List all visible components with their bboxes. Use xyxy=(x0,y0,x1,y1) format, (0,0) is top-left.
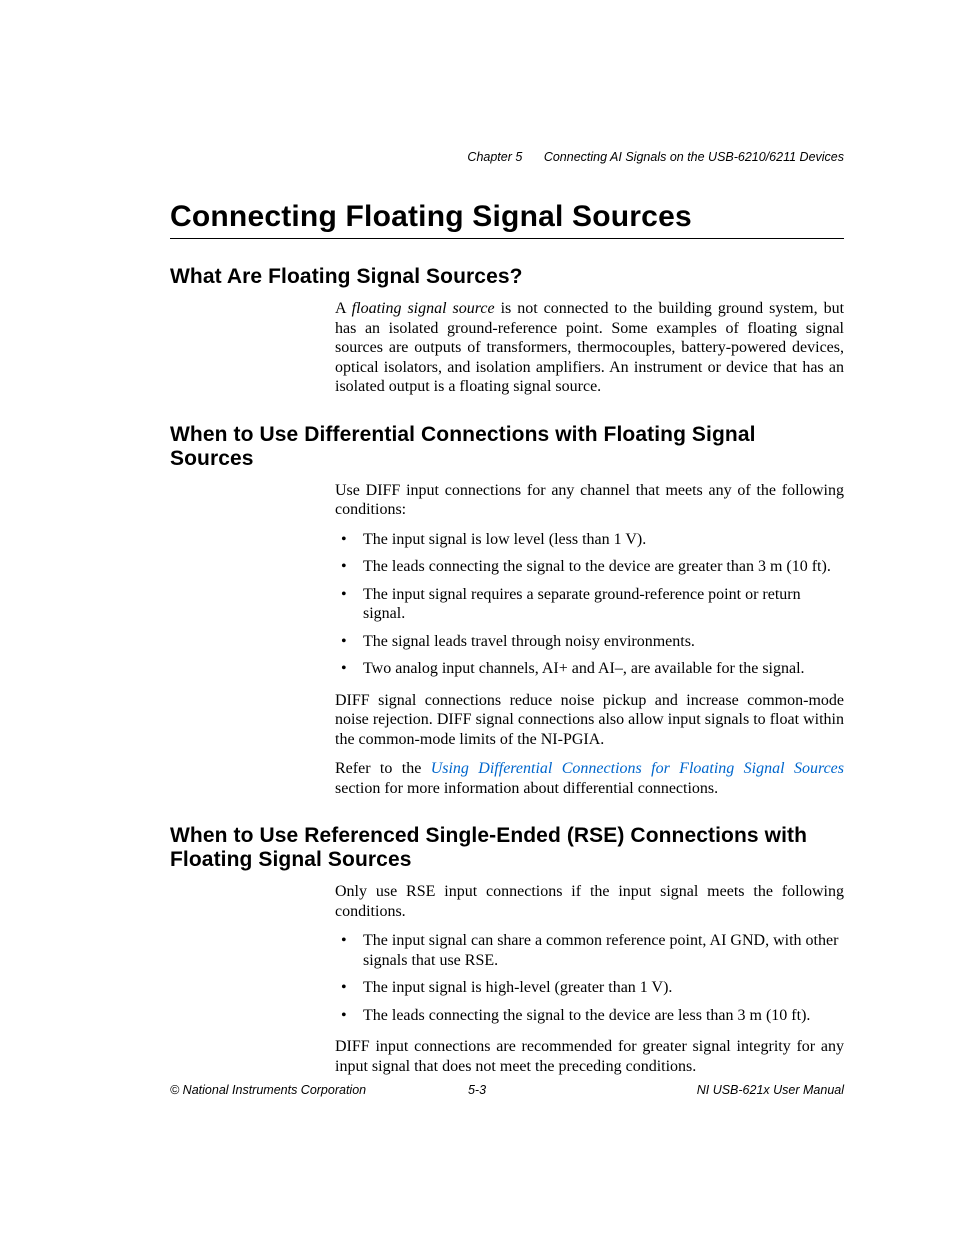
heading-when-diff: When to Use Differential Connections wit… xyxy=(170,423,844,471)
running-header: Chapter 5 Connecting AI Signals on the U… xyxy=(467,150,844,164)
list-item: The leads connecting the signal to the d… xyxy=(335,1006,844,1026)
text-pre: A xyxy=(335,300,352,317)
list-item: The leads connecting the signal to the d… xyxy=(335,557,844,577)
section1-paragraph: A floating signal source is not connecte… xyxy=(335,299,844,397)
section3-paragraph-recommendation: DIFF input connections are recommended f… xyxy=(335,1037,844,1076)
list-item: The input signal requires a separate gro… xyxy=(335,585,844,624)
footer-page-number: 5-3 xyxy=(468,1083,486,1097)
section2-bullet-list: The input signal is low level (less than… xyxy=(335,530,844,679)
section3-intro: Only use RSE input connections if the in… xyxy=(335,882,844,921)
header-chapter-label: Chapter 5 xyxy=(467,150,522,164)
text-pre: Refer to the xyxy=(335,760,431,777)
section1-body: A floating signal source is not connecte… xyxy=(335,299,844,397)
list-item: The input signal is low level (less than… xyxy=(335,530,844,550)
link-using-diff-connections[interactable]: Using Differential Connections for Float… xyxy=(431,760,844,777)
page-footer: © National Instruments Corporation 5-3 N… xyxy=(0,1083,954,1097)
footer-manual-title: NI USB-621x User Manual xyxy=(697,1083,844,1097)
heading-what-are-floating: What Are Floating Signal Sources? xyxy=(170,265,844,289)
section2-body: Use DIFF input connections for any chann… xyxy=(335,481,844,799)
list-item: Two analog input channels, AI+ and AI–, … xyxy=(335,659,844,679)
page-title: Connecting Floating Signal Sources xyxy=(170,200,844,239)
section2-crossref: Refer to the Using Differential Connecti… xyxy=(335,759,844,798)
section3-body: Only use RSE input connections if the in… xyxy=(335,882,844,1076)
list-item: The signal leads travel through noisy en… xyxy=(335,632,844,652)
section3-bullet-list: The input signal can share a common refe… xyxy=(335,931,844,1025)
page: Chapter 5 Connecting AI Signals on the U… xyxy=(0,0,954,1235)
list-item: The input signal is high-level (greater … xyxy=(335,978,844,998)
term-floating-signal-source: floating signal source xyxy=(352,300,495,317)
footer-copyright: © National Instruments Corporation xyxy=(170,1083,366,1097)
heading-when-rse: When to Use Referenced Single-Ended (RSE… xyxy=(170,824,844,872)
header-chapter-title: Connecting AI Signals on the USB-6210/62… xyxy=(544,150,844,164)
list-item: The input signal can share a common refe… xyxy=(335,931,844,970)
section2-intro: Use DIFF input connections for any chann… xyxy=(335,481,844,520)
section2-paragraph-diff-note: DIFF signal connections reduce noise pic… xyxy=(335,691,844,750)
text-post: section for more information about diffe… xyxy=(335,780,718,797)
